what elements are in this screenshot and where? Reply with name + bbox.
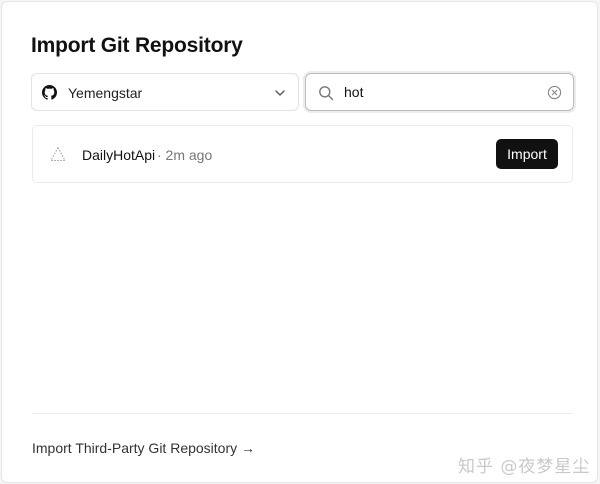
github-icon [42,85,57,100]
chevron-down-icon [275,90,285,96]
account-select[interactable]: Yemengstar [31,73,299,111]
search-icon [319,86,334,101]
divider [32,413,573,414]
search-box[interactable] [305,73,574,111]
clear-icon[interactable] [547,85,562,100]
watermark: 知乎 @夜梦星尘 [458,457,591,477]
import-card: Import Git Repository Yemengstar DailyHo… [1,1,598,483]
repo-row: DailyHotApi · 2m ago Import [32,125,573,183]
triangle-outline-icon [50,146,66,161]
import-button[interactable]: Import [496,139,558,169]
account-name: Yemengstar [68,85,143,101]
repo-name[interactable]: DailyHotApi [82,147,155,163]
search-input[interactable] [344,82,534,102]
import-third-party-link[interactable]: Import Third-Party Git Repository → [32,440,255,456]
repo-meta: · 2m ago [157,147,213,163]
page-title: Import Git Repository [31,34,243,57]
